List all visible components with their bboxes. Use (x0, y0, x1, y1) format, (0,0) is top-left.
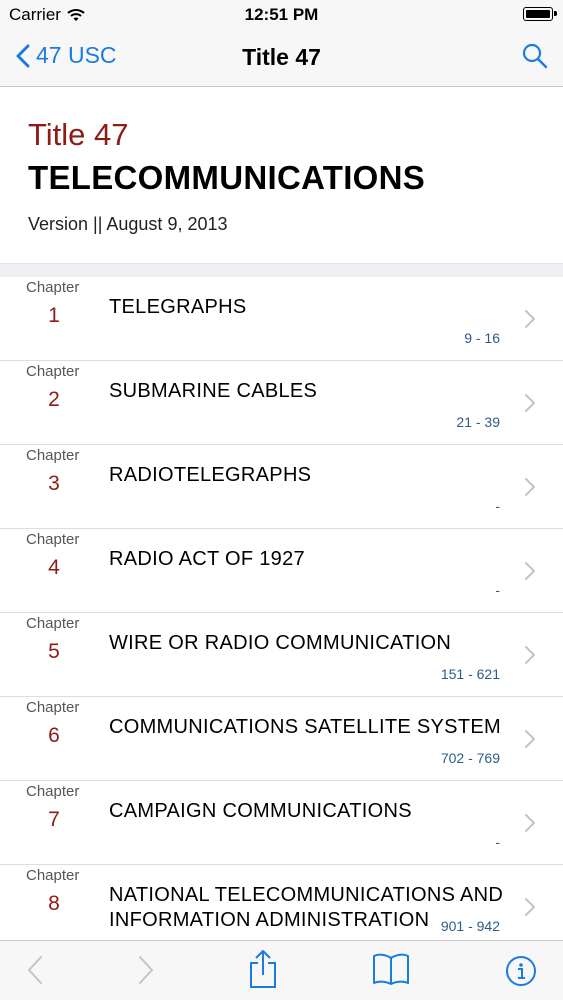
chapter-name: CAMPAIGN COMMUNICATIONS (109, 800, 412, 822)
battery-icon (523, 7, 557, 21)
page-title: Title 47 (242, 44, 321, 70)
bookmarks-icon (373, 953, 409, 985)
bookmarks-button[interactable] (372, 952, 410, 991)
chapter-row[interactable]: Chapter 1 TELEGRAPHS 9 - 16 (0, 277, 563, 361)
bottom-toolbar (0, 940, 563, 1000)
section-range: 151 - 621 (440, 666, 500, 682)
chapter-row[interactable]: Chapter 7 CAMPAIGN COMMUNICATIONS - (0, 781, 563, 865)
navigation-bar: 47 USC Title 47 (0, 30, 563, 87)
chapter-name: RADIO ACT OF 1927 (109, 548, 305, 570)
share-button[interactable] (248, 949, 278, 994)
chapter-number: 3 (48, 472, 60, 495)
chapter-label: Chapter (26, 867, 80, 884)
chapter-row[interactable]: Chapter 4 RADIO ACT OF 1927 - (0, 529, 563, 613)
section-range: 21 - 39 (456, 414, 500, 430)
forward-arrow-button[interactable] (136, 953, 156, 992)
chapter-number: 2 (48, 388, 60, 411)
chapter-list: Chapter 1 TELEGRAPHS 9 - 16 Chapter 2 SUBMARIN… (0, 277, 563, 949)
chevron-right-icon (525, 730, 535, 748)
section-range: 901 - 942 (440, 918, 500, 934)
version-info: Version || August 9, 2013 (28, 214, 228, 234)
back-arrow-button[interactable] (25, 953, 45, 992)
chevron-right-icon (525, 394, 535, 412)
back-arrow-icon (28, 956, 42, 984)
chapter-name: TELEGRAPHS (109, 296, 247, 318)
forward-arrow-icon (139, 956, 153, 984)
chapter-label: Chapter (26, 279, 80, 296)
chevron-right-icon (525, 646, 535, 664)
search-button[interactable] (521, 42, 549, 75)
chapter-number: 6 (48, 724, 60, 747)
chapter-name: COMMUNICATIONS SATELLITE SYSTEM (109, 716, 501, 738)
share-icon (250, 950, 276, 988)
section-range: - (495, 498, 500, 514)
chapter-label: Chapter (26, 531, 80, 548)
chapter-name: WIRE OR RADIO COMMUNICATION (109, 632, 452, 654)
chevron-right-icon (525, 562, 535, 580)
chapter-number: 7 (48, 808, 60, 831)
chapter-label: Chapter (26, 699, 80, 716)
chapter-row[interactable]: Chapter 5 WIRE OR RADIO COMMUNICATION 151 -… (0, 613, 563, 697)
chapter-label: Chapter (26, 447, 80, 464)
status-time: 12:51 PM (244, 5, 319, 24)
chapter-name: RADIOTELEGRAPHS (109, 464, 312, 486)
chevron-right-icon (525, 814, 535, 832)
info-button[interactable] (505, 955, 537, 992)
title-header: Title 47 TELECOMMUNICATIONS Version || A… (0, 87, 563, 263)
chapter-number: 8 (48, 892, 60, 915)
chevron-right-icon (525, 478, 535, 496)
info-icon (506, 956, 536, 986)
title-subject: TELECOMMUNICATIONS (28, 159, 426, 196)
chapter-number: 5 (48, 640, 60, 663)
chapter-row[interactable]: Chapter 6 COMMUNICATIONS SATELLITE SYSTEM 7… (0, 697, 563, 781)
chevron-right-icon (525, 898, 535, 916)
chapter-name: SUBMARINE CABLES (109, 380, 318, 402)
chevron-right-icon (525, 310, 535, 328)
chapter-row[interactable]: Chapter 2 SUBMARINE CABLES 21 - 39 (0, 361, 563, 445)
title-number: Title 47 (28, 117, 129, 152)
chapter-row[interactable]: Chapter 3 RADIOTELEGRAPHS - (0, 445, 563, 529)
chapter-row[interactable]: Chapter 8 NATIONAL TELECOMMUNICATIONS AND … (0, 865, 563, 949)
chapter-number: 1 (48, 304, 60, 327)
status-bar: Carrier 12:51 PM (0, 0, 563, 30)
section-range: - (495, 582, 500, 598)
chapter-label: Chapter (26, 615, 80, 632)
section-range: 9 - 16 (464, 330, 500, 346)
section-divider (0, 263, 563, 277)
section-range: - (495, 834, 500, 850)
section-range: 702 - 769 (440, 750, 500, 766)
chapter-label: Chapter (26, 783, 80, 800)
chapter-number: 4 (48, 556, 60, 579)
search-icon (522, 43, 548, 69)
chapter-label: Chapter (26, 363, 80, 380)
